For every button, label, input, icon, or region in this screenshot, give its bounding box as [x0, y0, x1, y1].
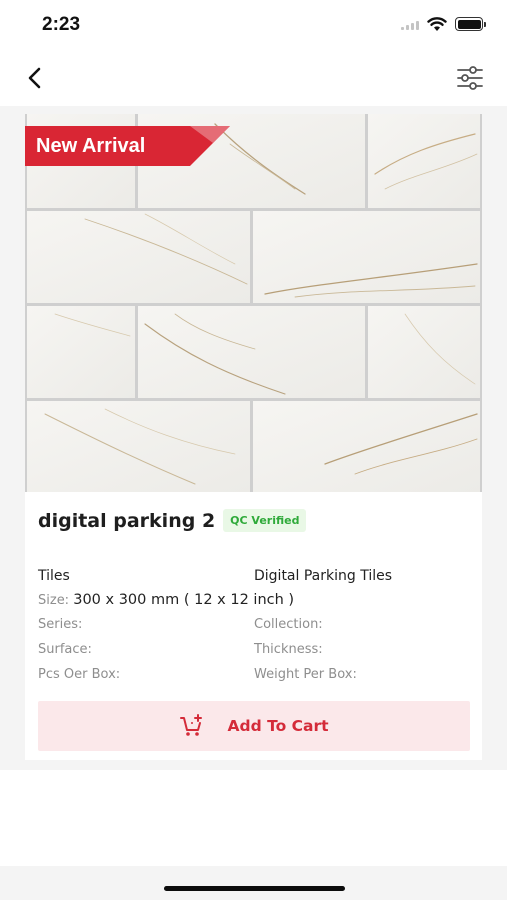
pcs-per-box-label: Pcs Oer Box:: [38, 667, 121, 682]
product-image[interactable]: New Arrival: [25, 114, 482, 492]
bottom-area: [0, 770, 507, 866]
size-row: Size: 300 x 300 mm ( 12 x 12 inch ): [38, 592, 294, 608]
series-label: Series:: [38, 617, 83, 632]
sliders-icon[interactable]: [455, 64, 485, 92]
collection-type-label: Digital Parking Tiles: [254, 568, 393, 584]
new-arrival-ribbon: New Arrival: [25, 126, 230, 166]
cart-plus-icon: [180, 714, 203, 736]
status-icons: [401, 16, 486, 32]
title-row: digital parking 2 QC Verified: [38, 509, 307, 532]
product-card: New Arrival digital parking 2 QC Verifie…: [25, 114, 482, 760]
size-label: Size:: [38, 593, 70, 608]
collection-label: Collection:: [254, 617, 323, 632]
thickness-label: Thickness:: [254, 642, 323, 657]
wifi-icon: [427, 17, 447, 31]
add-to-cart-label: Add To Cart: [227, 717, 329, 735]
app-bar: [0, 50, 507, 106]
surface-label: Surface:: [38, 642, 92, 657]
chevron-left-icon[interactable]: [20, 62, 52, 94]
qc-verified-badge: QC Verified: [223, 509, 307, 532]
signal-icon: [401, 18, 419, 30]
status-bar: 2:23: [0, 0, 507, 50]
status-time: 2:23: [42, 14, 81, 35]
battery-icon: [455, 17, 486, 31]
marble-tiles-image: [25, 114, 482, 492]
new-arrival-label: New Arrival: [36, 135, 146, 157]
size-value: 300 x 300 mm ( 12 x 12 inch ): [73, 592, 295, 608]
home-indicator[interactable]: [164, 886, 345, 891]
add-to-cart-button[interactable]: Add To Cart: [38, 701, 470, 751]
product-title: digital parking 2: [38, 509, 216, 532]
weight-per-box-label: Weight Per Box:: [254, 667, 357, 682]
category-label: Tiles: [38, 568, 70, 584]
